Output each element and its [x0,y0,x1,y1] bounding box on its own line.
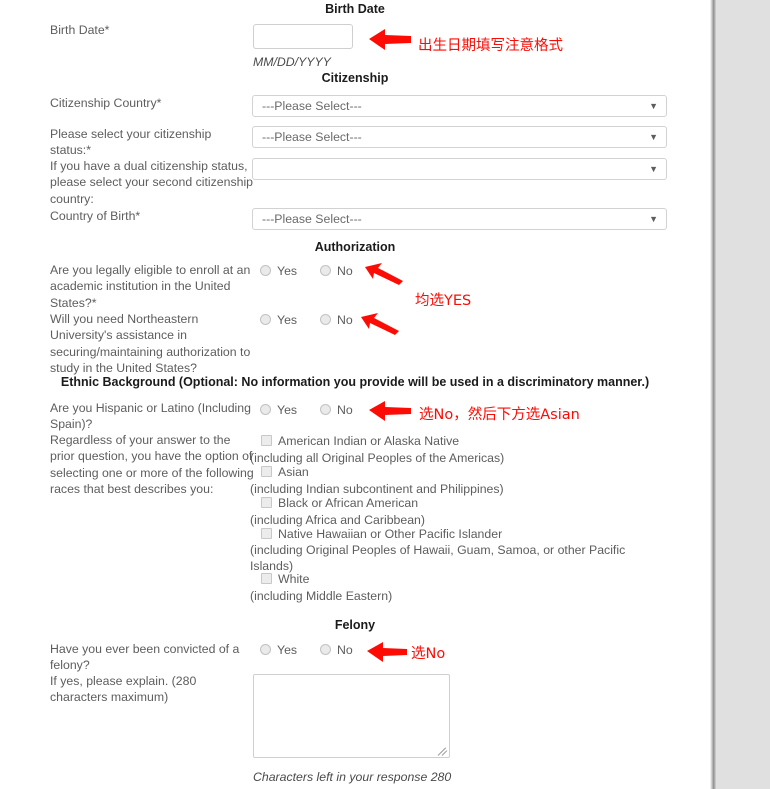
radio-label: No [337,313,353,327]
radio-label: No [337,403,353,417]
radio-icon[interactable] [320,404,331,415]
right-gutter-background [716,0,770,789]
hispanic-latino-label: Are you Hispanic or Latino (Including Sp… [50,401,251,432]
dual-citizenship-select[interactable]: ▼ [252,158,667,180]
checkbox-icon[interactable] [261,435,272,446]
radio-label: Yes [277,403,298,417]
radio-icon[interactable] [260,314,271,325]
radio-label: Yes [277,264,298,278]
section-heading-citizenship: Citizenship [321,71,389,85]
race-option-white[interactable]: White [261,572,309,586]
birth-date-format-hint: MM/DD/YYYY [253,55,331,69]
citizenship-country-value: ---Please Select--- [262,99,362,113]
checkbox-icon[interactable] [261,466,272,477]
felony-yes[interactable]: Yes [260,643,297,657]
citizenship-status-value: ---Please Select--- [262,130,362,144]
felony-no[interactable]: No [320,643,353,657]
citizenship-country-select[interactable]: ---Please Select--- ▼ [252,95,667,117]
radio-icon[interactable] [320,314,331,325]
citizenship-status-label: Please select your citizenship status:* [50,127,212,158]
annotation-arrow-birth-date [368,26,412,57]
radio-icon[interactable] [260,644,271,655]
dual-citizenship-label: If you have a dual citizenship status, p… [50,159,254,206]
race-option-label: Black or African American [278,496,419,510]
hispanic-latino-no[interactable]: No [320,403,353,417]
annotation-arrow-ethnic [368,398,412,427]
annotation-text-felony: 选No [411,646,446,662]
radio-label: No [337,643,353,657]
section-heading-birth-date: Birth Date [325,2,385,16]
hispanic-latino-yes[interactable]: Yes [260,403,297,417]
authorization-q1-yes[interactable]: Yes [260,264,297,278]
birth-date-input[interactable] [253,24,353,49]
race-option-label: Asian [278,465,309,479]
annotation-text-birth-date: 出生日期填写注意格式 [418,38,563,54]
radio-icon[interactable] [260,265,271,276]
authorization-q1-no[interactable]: No [320,264,353,278]
felony-explain-textarea[interactable] [253,674,450,758]
felony-question-label: Have you ever been convicted of a felony… [50,642,240,673]
radio-icon[interactable] [260,404,271,415]
screenshot-root: Birth Date Birth Date* MM/DD/YYYY 出生日期填写… [0,0,770,789]
checkbox-icon[interactable] [261,573,272,584]
annotation-arrow-authorization-1 [364,262,404,291]
chevron-down-icon: ▼ [649,214,658,224]
section-heading-authorization: Authorization [314,240,396,254]
radio-label: No [337,264,353,278]
checkbox-icon[interactable] [261,497,272,508]
races-select-label: Regardless of your answer to the prior q… [50,433,254,496]
section-heading-felony: Felony [334,618,376,632]
chevron-down-icon: ▼ [649,132,658,142]
citizenship-country-label: Citizenship Country* [50,96,162,110]
race-note-asian: (including Indian subcontinent and Phili… [250,482,504,496]
checkbox-icon[interactable] [261,528,272,539]
felony-character-counter: Characters left in your response 280 [253,770,452,784]
country-of-birth-value: ---Please Select--- [262,212,362,226]
race-option-black-african-american[interactable]: Black or African American [261,496,418,510]
form-content-pane: Birth Date Birth Date* MM/DD/YYYY 出生日期填写… [0,0,710,789]
race-option-label: American Indian or Alaska Native [278,434,460,448]
chevron-down-icon: ▼ [649,164,658,174]
annotation-text-ethnic: 选No，然后下方选Asian [419,407,580,423]
race-option-label: Native Hawaiian or Other Pacific Islande… [278,527,503,541]
citizenship-status-select[interactable]: ---Please Select--- ▼ [252,126,667,148]
race-note-native-hawaiian: (including Original Peoples of Hawaii, G… [250,543,626,574]
radio-label: Yes [277,643,298,657]
authorization-q2-no[interactable]: No [320,313,353,327]
birth-date-label: Birth Date* [50,23,110,37]
country-of-birth-select[interactable]: ---Please Select--- ▼ [252,208,667,230]
annotation-arrow-felony [366,639,408,668]
authorization-q2-yes[interactable]: Yes [260,313,297,327]
felony-explain-label: If yes, please explain. (280 characters … [50,674,197,705]
race-note-american-indian: (including all Original Peoples of the A… [250,451,505,465]
authorization-q2-label: Will you need Northeastern University's … [50,312,251,375]
race-note-white: (including Middle Eastern) [250,589,393,603]
authorization-q1-label: Are you legally eligible to enroll at an… [50,263,251,310]
race-option-label: White [278,572,310,586]
race-option-asian[interactable]: Asian [261,465,309,479]
annotation-text-authorization: 均选YES [415,293,472,309]
race-option-american-indian[interactable]: American Indian or Alaska Native [261,434,459,448]
radio-label: Yes [277,313,298,327]
country-of-birth-label: Country of Birth* [50,209,141,223]
race-note-black-african-american: (including Africa and Caribbean) [250,513,425,527]
radio-icon[interactable] [320,644,331,655]
radio-icon[interactable] [320,265,331,276]
section-heading-ethnic-background: Ethnic Background (Optional: No informat… [60,375,650,389]
chevron-down-icon: ▼ [649,101,658,111]
annotation-arrow-authorization-2 [360,312,400,341]
race-option-native-hawaiian[interactable]: Native Hawaiian or Other Pacific Islande… [261,527,502,541]
